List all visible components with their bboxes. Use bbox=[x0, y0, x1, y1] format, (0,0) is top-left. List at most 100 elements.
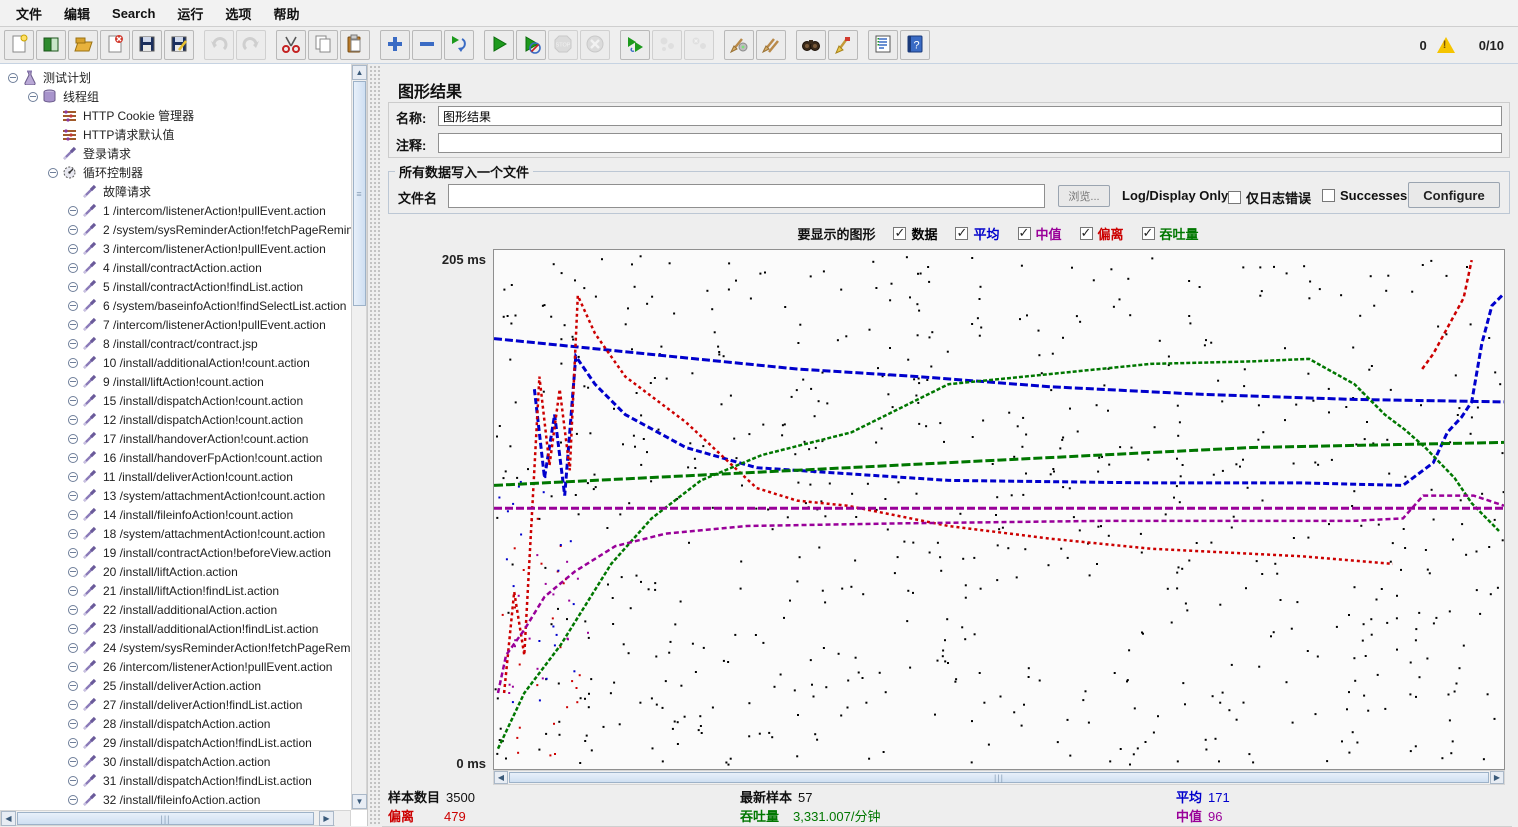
tree-expand-handle[interactable] bbox=[68, 263, 78, 273]
tree-node-12[interactable]: 5 /install/contractAction!findList.actio… bbox=[0, 277, 351, 296]
help-button[interactable]: ? bbox=[900, 30, 930, 60]
tree-expand-handle[interactable] bbox=[68, 434, 78, 444]
tree-node-34[interactable]: 27 /install/deliverAction!findList.actio… bbox=[0, 695, 351, 714]
new-file-button[interactable] bbox=[4, 30, 34, 60]
display-checkbox-平均[interactable] bbox=[955, 227, 968, 240]
tree-node-2[interactable]: 线程组 bbox=[0, 87, 351, 106]
chart-horizontal-scrollbar[interactable]: ◀ ||| ▶ bbox=[493, 770, 1505, 785]
remote-start-all-button[interactable] bbox=[620, 30, 650, 60]
tree-node-16[interactable]: 10 /install/additionalAction!count.actio… bbox=[0, 353, 351, 372]
tree-node-37[interactable]: 30 /install/dispatchAction.action bbox=[0, 752, 351, 771]
scroll-down-arrow[interactable]: ▼ bbox=[352, 794, 367, 809]
tree-node-19[interactable]: 12 /install/dispatchAction!count.action bbox=[0, 410, 351, 429]
tree-expand-handle[interactable] bbox=[68, 472, 78, 482]
clear-all-button[interactable] bbox=[756, 30, 786, 60]
filename-input[interactable] bbox=[448, 184, 1045, 208]
tree-node-3[interactable]: HTTP Cookie 管理器 bbox=[0, 106, 351, 125]
tree-expand-handle[interactable] bbox=[68, 548, 78, 558]
tree-vscroll-thumb[interactable]: ≡ bbox=[353, 81, 366, 306]
tree-expand-handle[interactable] bbox=[68, 662, 78, 672]
start-no-timers-button[interactable] bbox=[516, 30, 546, 60]
tree-expand-handle[interactable] bbox=[68, 301, 78, 311]
tree-expand-handle[interactable] bbox=[68, 491, 78, 501]
paste-button[interactable] bbox=[340, 30, 370, 60]
tree-node-14[interactable]: 7 /intercom/listenerAction!pullEvent.act… bbox=[0, 315, 351, 334]
tree-node-7[interactable]: 故障请求 bbox=[0, 182, 351, 201]
tree-node-18[interactable]: 15 /install/dispatchAction!count.action bbox=[0, 391, 351, 410]
tree-expand-handle[interactable] bbox=[68, 738, 78, 748]
errors-only-checkbox[interactable] bbox=[1228, 191, 1241, 204]
display-checkbox-数据[interactable] bbox=[893, 227, 906, 240]
tree-node-27[interactable]: 20 /install/liftAction.action bbox=[0, 562, 351, 581]
tree-expand-handle[interactable] bbox=[68, 282, 78, 292]
tree-node-32[interactable]: 26 /intercom/listenerAction!pullEvent.ac… bbox=[0, 657, 351, 676]
tree-node-33[interactable]: 25 /install/deliverAction.action bbox=[0, 676, 351, 695]
tree-node-10[interactable]: 3 /intercom/listenerAction!pullEvent.act… bbox=[0, 239, 351, 258]
configure-button[interactable]: Configure bbox=[1408, 182, 1500, 208]
collapse-subtract-button[interactable] bbox=[412, 30, 442, 60]
tree-node-21[interactable]: 16 /install/handoverFpAction!count.actio… bbox=[0, 448, 351, 467]
tree-node-4[interactable]: HTTP请求默认值 bbox=[0, 125, 351, 144]
tree-node-5[interactable]: 登录请求 bbox=[0, 144, 351, 163]
tree-expand-handle[interactable] bbox=[68, 339, 78, 349]
cut-button[interactable] bbox=[276, 30, 306, 60]
search-reset-button[interactable] bbox=[828, 30, 858, 60]
copy-button[interactable] bbox=[308, 30, 338, 60]
display-checkbox-偏离[interactable] bbox=[1080, 227, 1093, 240]
tree-node-28[interactable]: 21 /install/liftAction!findList.action bbox=[0, 581, 351, 600]
tree-hscroll-thumb[interactable]: ||| bbox=[17, 812, 314, 825]
tree-node-22[interactable]: 11 /install/deliverAction!count.action bbox=[0, 467, 351, 486]
tree-expand-handle[interactable] bbox=[68, 586, 78, 596]
scroll-up-arrow[interactable]: ▲ bbox=[352, 65, 367, 80]
tree-node-17[interactable]: 9 /install/liftAction!count.action bbox=[0, 372, 351, 391]
tree-vertical-scrollbar[interactable]: ▲ ≡ ▼ bbox=[351, 64, 367, 810]
tree-node-23[interactable]: 13 /system/attachmentAction!count.action bbox=[0, 486, 351, 505]
tree-node-26[interactable]: 19 /install/contractAction!beforeView.ac… bbox=[0, 543, 351, 562]
tree-expand-handle[interactable] bbox=[68, 396, 78, 406]
tree-expand-handle[interactable] bbox=[68, 377, 78, 387]
tree-expand-handle[interactable] bbox=[68, 510, 78, 520]
scroll-left-arrow[interactable]: ◀ bbox=[1, 811, 16, 826]
tree-expand-handle[interactable] bbox=[68, 700, 78, 710]
tree-node-13[interactable]: 6 /system/baseinfoAction!findSelectList.… bbox=[0, 296, 351, 315]
display-checkbox-中值[interactable] bbox=[1018, 227, 1031, 240]
successes-checkbox[interactable] bbox=[1322, 189, 1335, 202]
tree-node-36[interactable]: 29 /install/dispatchAction!findList.acti… bbox=[0, 733, 351, 752]
expand-add-button[interactable] bbox=[380, 30, 410, 60]
tree-node-30[interactable]: 23 /install/additionalAction!findList.ac… bbox=[0, 619, 351, 638]
function-helper-button[interactable] bbox=[868, 30, 898, 60]
toggle-button[interactable] bbox=[444, 30, 474, 60]
tree-node-29[interactable]: 22 /install/additionalAction.action bbox=[0, 600, 351, 619]
tree-horizontal-scrollbar[interactable]: ◀ ||| ▶ bbox=[0, 810, 351, 826]
tree-node-1[interactable]: 测试计划 bbox=[0, 68, 351, 87]
tree-expand-handle[interactable] bbox=[68, 757, 78, 767]
tree-expand-handle[interactable] bbox=[68, 244, 78, 254]
tree-expand-handle[interactable] bbox=[48, 168, 58, 178]
menu-2[interactable]: 编辑 bbox=[54, 1, 100, 26]
tree-expand-handle[interactable] bbox=[68, 643, 78, 653]
warning-icon[interactable] bbox=[1437, 37, 1455, 53]
menu-5[interactable]: 选项 bbox=[215, 1, 261, 26]
tree-expand-handle[interactable] bbox=[68, 320, 78, 330]
chart-hscroll-thumb[interactable]: ||| bbox=[509, 772, 1489, 783]
tree-expand-handle[interactable] bbox=[68, 453, 78, 463]
tree-expand-handle[interactable] bbox=[68, 206, 78, 216]
save-as-button[interactable] bbox=[164, 30, 194, 60]
tree-expand-handle[interactable] bbox=[68, 225, 78, 235]
close-file-button[interactable] bbox=[100, 30, 130, 60]
clear-button[interactable] bbox=[724, 30, 754, 60]
tree-expand-handle[interactable] bbox=[28, 92, 38, 102]
tree-expand-handle[interactable] bbox=[8, 73, 18, 83]
tree-node-35[interactable]: 28 /install/dispatchAction.action bbox=[0, 714, 351, 733]
tree-expand-handle[interactable] bbox=[68, 719, 78, 729]
tree-node-20[interactable]: 17 /install/handoverAction!count.action bbox=[0, 429, 351, 448]
search-button[interactable] bbox=[796, 30, 826, 60]
menu-4[interactable]: 运行 bbox=[167, 1, 213, 26]
chart-scroll-right-arrow[interactable]: ▶ bbox=[1490, 771, 1504, 784]
tree-node-11[interactable]: 4 /install/contractAction.action bbox=[0, 258, 351, 277]
menu-3[interactable]: Search bbox=[102, 3, 165, 24]
tree-node-15[interactable]: 8 /install/contract/contract.jsp bbox=[0, 334, 351, 353]
tree-expand-handle[interactable] bbox=[68, 624, 78, 634]
comment-input[interactable] bbox=[438, 133, 1502, 153]
tree-expand-handle[interactable] bbox=[68, 529, 78, 539]
